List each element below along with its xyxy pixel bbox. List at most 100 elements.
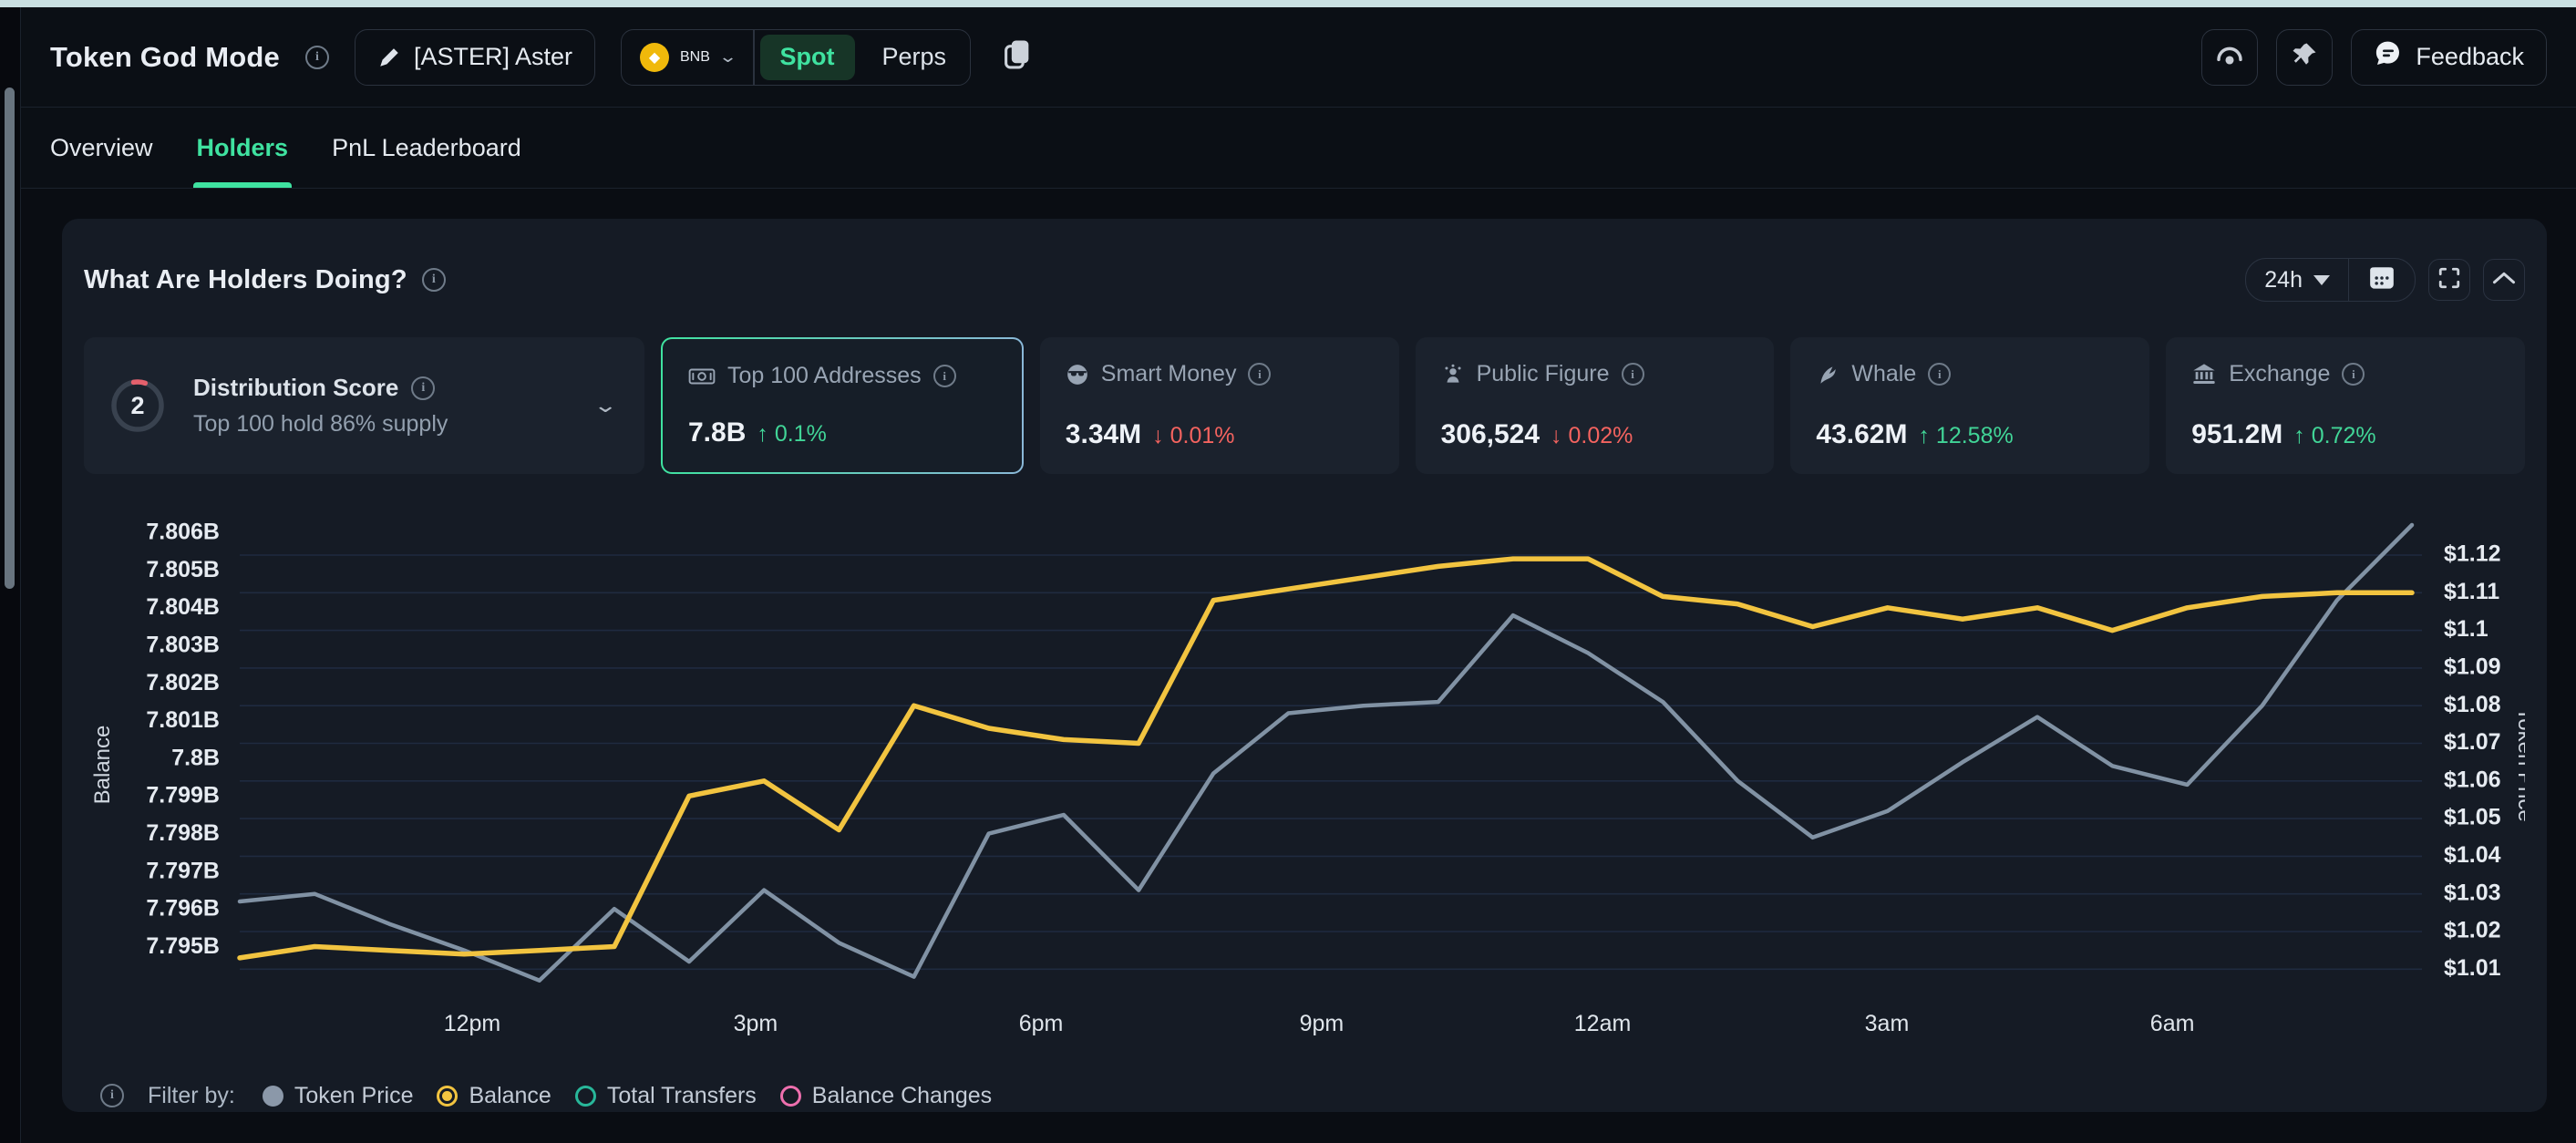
- svg-text:7.803B: 7.803B: [146, 633, 220, 658]
- tab-pnl-leaderboard[interactable]: PnL Leaderboard: [332, 108, 521, 188]
- distribution-score-gauge: 2: [109, 377, 166, 434]
- panel-title: What Are Holders Doing?: [84, 265, 407, 295]
- distribution-score-label: Distribution Score: [193, 374, 398, 402]
- tab-holders[interactable]: Holders: [197, 108, 289, 188]
- stat-change: ↓ 0.02%: [1551, 423, 1633, 449]
- svg-text:$1.01: $1.01: [2444, 955, 2501, 981]
- svg-text:$1.03: $1.03: [2444, 880, 2501, 905]
- svg-text:9pm: 9pm: [1300, 1011, 1345, 1036]
- balance-changes-swatch: [780, 1086, 801, 1107]
- holders-panel: What Are Holders Doing? i 24h: [62, 219, 2547, 1112]
- feedback-label: Feedback: [2416, 43, 2524, 71]
- chevron-down-icon: ⌄: [592, 394, 618, 417]
- stat-change: ↑ 0.72%: [2293, 423, 2375, 449]
- holders-activity-chart[interactable]: 7.806B$1.127.805B$1.117.804B$1.17.803B$1…: [84, 494, 2525, 1059]
- divider: [753, 30, 755, 85]
- stat-change: ↑ 12.58%: [1918, 423, 2013, 449]
- info-icon[interactable]: i: [933, 365, 956, 387]
- token-select-label: [ASTER] Aster: [414, 43, 572, 71]
- tab-overview[interactable]: Overview: [50, 108, 153, 188]
- info-icon[interactable]: i: [305, 46, 329, 69]
- whale-icon: [1816, 363, 1839, 386]
- info-icon[interactable]: i: [2342, 363, 2365, 386]
- active-tab-underline: [193, 182, 293, 188]
- chain-dropdown[interactable]: ◆ BNB ⌄: [622, 30, 753, 85]
- bnb-coin-icon: ◆: [640, 43, 669, 72]
- svg-text:7.804B: 7.804B: [146, 594, 220, 620]
- left-scrollbar-thumb[interactable]: [5, 88, 15, 589]
- svg-text:$1.05: $1.05: [2444, 805, 2501, 830]
- chart-filter-legend: i Filter by: Token Price Balance Total T…: [84, 1074, 2525, 1117]
- feedback-button[interactable]: Feedback: [2351, 29, 2547, 86]
- svg-text:Balance: Balance: [90, 726, 115, 805]
- stat-label: Whale: [1851, 361, 1916, 387]
- svg-text:7.806B: 7.806B: [146, 520, 220, 545]
- browser-top-strip: [0, 0, 2576, 7]
- svg-text:$1.07: $1.07: [2444, 729, 2501, 755]
- calendar-button[interactable]: [2348, 259, 2415, 301]
- public-figure-icon: [1441, 363, 1465, 386]
- chevron-up-icon: [2491, 270, 2517, 291]
- chain-label: BNB: [680, 49, 710, 66]
- svg-text:7.805B: 7.805B: [146, 557, 220, 582]
- svg-text:7.799B: 7.799B: [146, 783, 220, 808]
- filter-option-total-transfers[interactable]: Total Transfers: [575, 1083, 757, 1109]
- svg-text:3pm: 3pm: [734, 1011, 778, 1036]
- page-content: What Are Holders Doing? i 24h: [21, 189, 2576, 1112]
- pin-button[interactable]: [2276, 29, 2333, 86]
- fullscreen-icon: [2437, 266, 2461, 294]
- watch-button[interactable]: [2201, 29, 2258, 86]
- stat-label: Public Figure: [1477, 361, 1610, 387]
- stat-card-exchange[interactable]: Exchange i 951.2M ↑ 0.72%: [2166, 337, 2525, 474]
- left-scrollbar-track[interactable]: [0, 7, 21, 1143]
- timeframe-control: 24h: [2245, 258, 2416, 302]
- stat-value: 43.62M: [1816, 419, 1907, 450]
- svg-text:6pm: 6pm: [1019, 1011, 1064, 1036]
- info-icon[interactable]: i: [1622, 363, 1644, 386]
- token-price-swatch: [263, 1086, 283, 1107]
- info-icon[interactable]: i: [1928, 363, 1951, 386]
- token-select-button[interactable]: [ASTER] Aster: [355, 29, 595, 86]
- chevron-down-icon: ⌄: [718, 47, 737, 67]
- info-icon[interactable]: i: [1248, 363, 1271, 386]
- stat-value: 306,524: [1441, 419, 1540, 450]
- pin-icon: [2291, 41, 2318, 73]
- stat-card-smart-money[interactable]: Smart Money i 3.34M ↓ 0.01%: [1040, 337, 1399, 474]
- filter-option-balance-changes[interactable]: Balance Changes: [780, 1083, 992, 1109]
- copy-icon: [1002, 37, 1033, 77]
- stat-change: ↓ 0.01%: [1152, 423, 1234, 449]
- info-icon[interactable]: i: [411, 376, 435, 400]
- info-icon[interactable]: i: [100, 1084, 124, 1107]
- stat-change: ↑ 0.1%: [757, 421, 826, 448]
- svg-text:12pm: 12pm: [444, 1011, 501, 1036]
- timeframe-dropdown[interactable]: 24h: [2246, 259, 2348, 301]
- chain-market-group: ◆ BNB ⌄ Spot Perps: [621, 29, 971, 86]
- stat-label: Top 100 Addresses: [727, 363, 922, 389]
- svg-text:7.798B: 7.798B: [146, 820, 220, 846]
- market-tab-spot[interactable]: Spot: [760, 35, 855, 80]
- svg-text:7.802B: 7.802B: [146, 670, 220, 695]
- eye-icon: [2215, 42, 2244, 72]
- market-tab-perps[interactable]: Perps: [859, 43, 971, 71]
- svg-text:$1.02: $1.02: [2444, 918, 2501, 943]
- distribution-score-card[interactable]: 2 Distribution Score i Top 100 hold 86% …: [84, 337, 644, 474]
- line-chart-canvas[interactable]: 7.806B$1.127.805B$1.117.804B$1.17.803B$1…: [84, 494, 2525, 1059]
- stat-value: 3.34M: [1066, 419, 1141, 450]
- stat-card-top-100-addresses[interactable]: Top 100 Addresses i 7.8B ↑ 0.1%: [661, 337, 1024, 474]
- copy-address-button[interactable]: [996, 37, 1038, 77]
- info-icon[interactable]: i: [422, 268, 446, 292]
- fullscreen-button[interactable]: [2428, 259, 2470, 301]
- stat-card-public-figure[interactable]: Public Figure i 306,524 ↓ 0.02%: [1416, 337, 1775, 474]
- svg-text:6am: 6am: [2150, 1011, 2195, 1036]
- calendar-icon: [2369, 266, 2395, 294]
- stat-card-whale[interactable]: Whale i 43.62M ↑ 12.58%: [1790, 337, 2149, 474]
- incognito-icon: [1066, 363, 1089, 386]
- svg-text:$1.04: $1.04: [2444, 842, 2501, 868]
- distribution-score-value: 2: [109, 377, 166, 434]
- topbar: Token God Mode i [ASTER] Aster ◆ BNB ⌄ S…: [21, 7, 2576, 108]
- filter-option-token-price[interactable]: Token Price: [263, 1083, 414, 1109]
- holder-stats-row: 2 Distribution Score i Top 100 hold 86% …: [84, 337, 2525, 474]
- svg-text:$1.11: $1.11: [2444, 579, 2499, 604]
- collapse-button[interactable]: [2483, 259, 2525, 301]
- filter-option-balance[interactable]: Balance: [437, 1083, 551, 1109]
